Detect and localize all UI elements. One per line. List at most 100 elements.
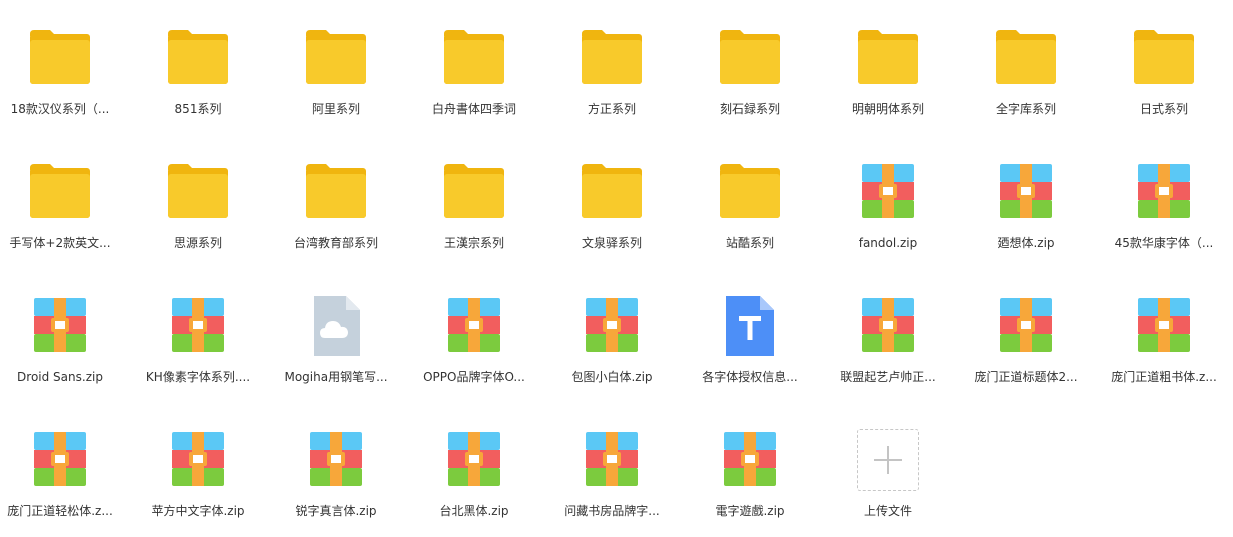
cloud-file-icon (304, 294, 368, 358)
file-item[interactable]: 站酷系列 (685, 140, 815, 260)
file-item[interactable]: 廼想体.zip (961, 140, 1091, 260)
file-item[interactable]: 庞门正道标题体2... (961, 274, 1091, 394)
folder-icon (718, 160, 782, 224)
file-name: 日式系列 (1139, 102, 1188, 116)
file-item[interactable]: Mogiha用钢笔写... (271, 274, 401, 394)
file-name: 電字遊戲.zip (715, 504, 785, 518)
file-item[interactable]: 白舟書体四季词 (409, 6, 539, 126)
folder-icon (442, 160, 506, 224)
file-item[interactable]: 手写体+2款英文... (0, 140, 125, 260)
file-name: 思源系列 (173, 236, 222, 250)
file-item[interactable]: 庞门正道粗书体.z... (1099, 274, 1229, 394)
text-file-icon (718, 294, 782, 358)
folder-icon (442, 26, 506, 90)
file-name: 阿里系列 (311, 102, 360, 116)
folder-icon (166, 160, 230, 224)
plus-icon (874, 446, 902, 474)
file-item[interactable]: 联盟起艺卢帅正... (823, 274, 953, 394)
zip-archive-icon (28, 428, 92, 492)
file-name: 问藏书房品牌字... (564, 504, 660, 518)
folder-icon (304, 160, 368, 224)
file-name: Droid Sans.zip (17, 370, 103, 384)
file-item[interactable]: 刻石録系列 (685, 6, 815, 126)
file-name: 全字库系列 (995, 102, 1056, 116)
file-item[interactable]: 電字遊戲.zip (685, 408, 815, 528)
folder-icon (1132, 26, 1196, 90)
folder-icon (718, 26, 782, 90)
upload-file-button[interactable]: 上传文件 (823, 408, 953, 528)
file-item[interactable]: OPPO品牌字体O... (409, 274, 539, 394)
zip-archive-icon (1132, 160, 1196, 224)
file-name: OPPO品牌字体O... (423, 370, 525, 384)
file-item[interactable]: Droid Sans.zip (0, 274, 125, 394)
folder-icon (166, 26, 230, 90)
file-item[interactable]: 王漢宗系列 (409, 140, 539, 260)
file-name: 联盟起艺卢帅正... (840, 370, 936, 384)
file-name: 廼想体.zip (997, 236, 1055, 250)
file-name: 手写体+2款英文... (9, 236, 111, 250)
upload-box[interactable] (856, 428, 920, 492)
file-name: 各字体授权信息... (702, 370, 798, 384)
file-name: 王漢宗系列 (443, 236, 504, 250)
file-name: fandol.zip (858, 236, 918, 250)
file-item[interactable]: 问藏书房品牌字... (547, 408, 677, 528)
file-item[interactable]: 明朝明体系列 (823, 6, 953, 126)
file-name: 包图小白体.zip (571, 370, 653, 384)
folder-icon (580, 160, 644, 224)
zip-archive-icon (166, 294, 230, 358)
file-item[interactable]: 851系列 (133, 6, 263, 126)
folder-icon (28, 160, 92, 224)
file-item[interactable]: 各字体授权信息... (685, 274, 815, 394)
folder-icon (994, 26, 1058, 90)
file-name: 台北黑体.zip (439, 504, 509, 518)
file-item[interactable]: 苹方中文字体.zip (133, 408, 263, 528)
zip-archive-icon (856, 160, 920, 224)
file-name: Mogiha用钢笔写... (284, 370, 388, 384)
zip-archive-icon (442, 428, 506, 492)
folder-icon (304, 26, 368, 90)
file-name: 45款华康字体（... (1114, 236, 1214, 250)
zip-archive-icon (580, 428, 644, 492)
zip-archive-icon (304, 428, 368, 492)
file-name: 庞门正道粗书体.z... (1111, 370, 1217, 384)
file-item[interactable]: 文泉驿系列 (547, 140, 677, 260)
file-item[interactable]: 包图小白体.zip (547, 274, 677, 394)
file-item[interactable]: 锐字真言体.zip (271, 408, 401, 528)
file-item[interactable]: 台湾教育部系列 (271, 140, 401, 260)
file-item[interactable]: 18款汉仪系列（... (0, 6, 125, 126)
zip-archive-icon (580, 294, 644, 358)
zip-archive-icon (856, 294, 920, 358)
file-name: 明朝明体系列 (851, 102, 924, 116)
folder-icon (28, 26, 92, 90)
file-name: 方正系列 (587, 102, 636, 116)
zip-archive-icon (166, 428, 230, 492)
file-item[interactable]: 全字库系列 (961, 6, 1091, 126)
zip-archive-icon (442, 294, 506, 358)
file-name: KH像素字体系列.... (145, 370, 251, 384)
file-item[interactable]: fandol.zip (823, 140, 953, 260)
folder-icon (856, 26, 920, 90)
zip-archive-icon (1132, 294, 1196, 358)
file-item[interactable]: 台北黑体.zip (409, 408, 539, 528)
file-name: 刻石録系列 (719, 102, 780, 116)
file-name: 文泉驿系列 (581, 236, 642, 250)
file-name: 站酷系列 (725, 236, 774, 250)
file-name: 庞门正道轻松体.z... (7, 504, 113, 518)
file-name: 锐字真言体.zip (295, 504, 377, 518)
file-name: 851系列 (174, 102, 222, 116)
file-name: 庞门正道标题体2... (974, 370, 1078, 384)
file-item[interactable]: 45款华康字体（... (1099, 140, 1229, 260)
folder-icon (580, 26, 644, 90)
file-item[interactable]: KH像素字体系列.... (133, 274, 263, 394)
file-item[interactable]: 方正系列 (547, 6, 677, 126)
file-item[interactable]: 日式系列 (1099, 6, 1229, 126)
file-item[interactable]: 庞门正道轻松体.z... (0, 408, 125, 528)
file-grid: 18款汉仪系列（... 851系列 阿里系列 白舟書体四季词 方正系列 刻石録系列 明朝明体… (0, 0, 1233, 537)
upload-label: 上传文件 (863, 504, 912, 518)
file-item[interactable]: 阿里系列 (271, 6, 401, 126)
file-name: 18款汉仪系列（... (10, 102, 110, 116)
zip-archive-icon (28, 294, 92, 358)
file-name: 台湾教育部系列 (293, 236, 378, 250)
file-item[interactable]: 思源系列 (133, 140, 263, 260)
file-name: 白舟書体四季词 (431, 102, 516, 116)
